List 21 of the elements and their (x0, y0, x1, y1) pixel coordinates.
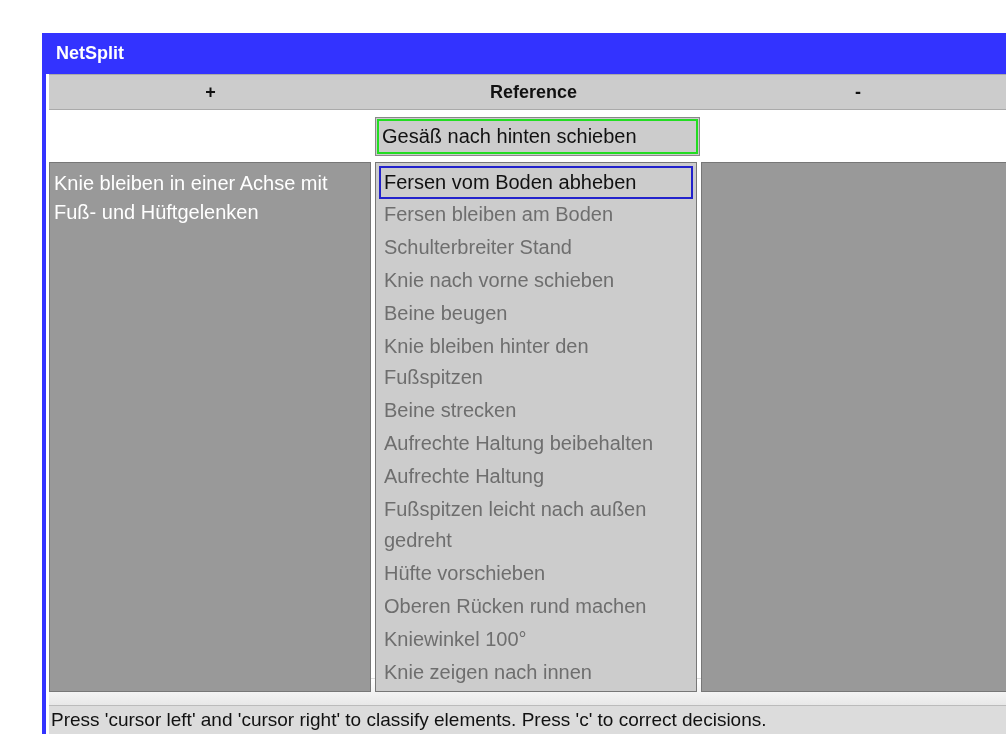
pool-item[interactable]: Aufrechte Haltung beibehalten (379, 426, 681, 461)
pool-item[interactable]: Knie zeigen nach innen (379, 655, 681, 690)
pool-item[interactable]: Knie nach vorne schieben (379, 263, 681, 298)
pool-item[interactable]: Knie bleiben hinter den Fußspitzen (379, 329, 681, 395)
column-header: - (854, 80, 862, 104)
pool-item[interactable]: Kniewinkel 100° (379, 622, 681, 657)
pool-item[interactable]: Hüfte vorschieben (379, 556, 681, 591)
column-header: + (204, 80, 217, 104)
pool-item[interactable]: Fersen bleiben am Boden (379, 197, 681, 232)
reference-item: Gesäß nach hinten schieben (377, 118, 698, 154)
column-header: Reference (488, 80, 578, 104)
pool-item[interactable]: Aufrechte Haltung (379, 459, 681, 494)
pool-item[interactable]: Fußspitzen leicht nach außen gedreht (379, 492, 681, 558)
window-title: NetSplit (56, 43, 124, 64)
pool-item[interactable]: Beine strecken (379, 393, 681, 428)
pool-item[interactable]: Beine beugen (379, 296, 681, 331)
status-text: Press 'cursor left' and 'cursor right' to classify elements. Press 'c' to correct decisions. (51, 709, 767, 731)
pool-item[interactable]: Schulterbreiter Stand (379, 230, 681, 265)
pool-item[interactable]: Fersen vom Boden abheben (379, 166, 693, 199)
pool-item[interactable]: Oberen Rücken rund machen (379, 589, 681, 624)
plus-item: Knie bleiben in einer Achse mit Fuß- und Hüftgelenken (54, 171, 329, 225)
